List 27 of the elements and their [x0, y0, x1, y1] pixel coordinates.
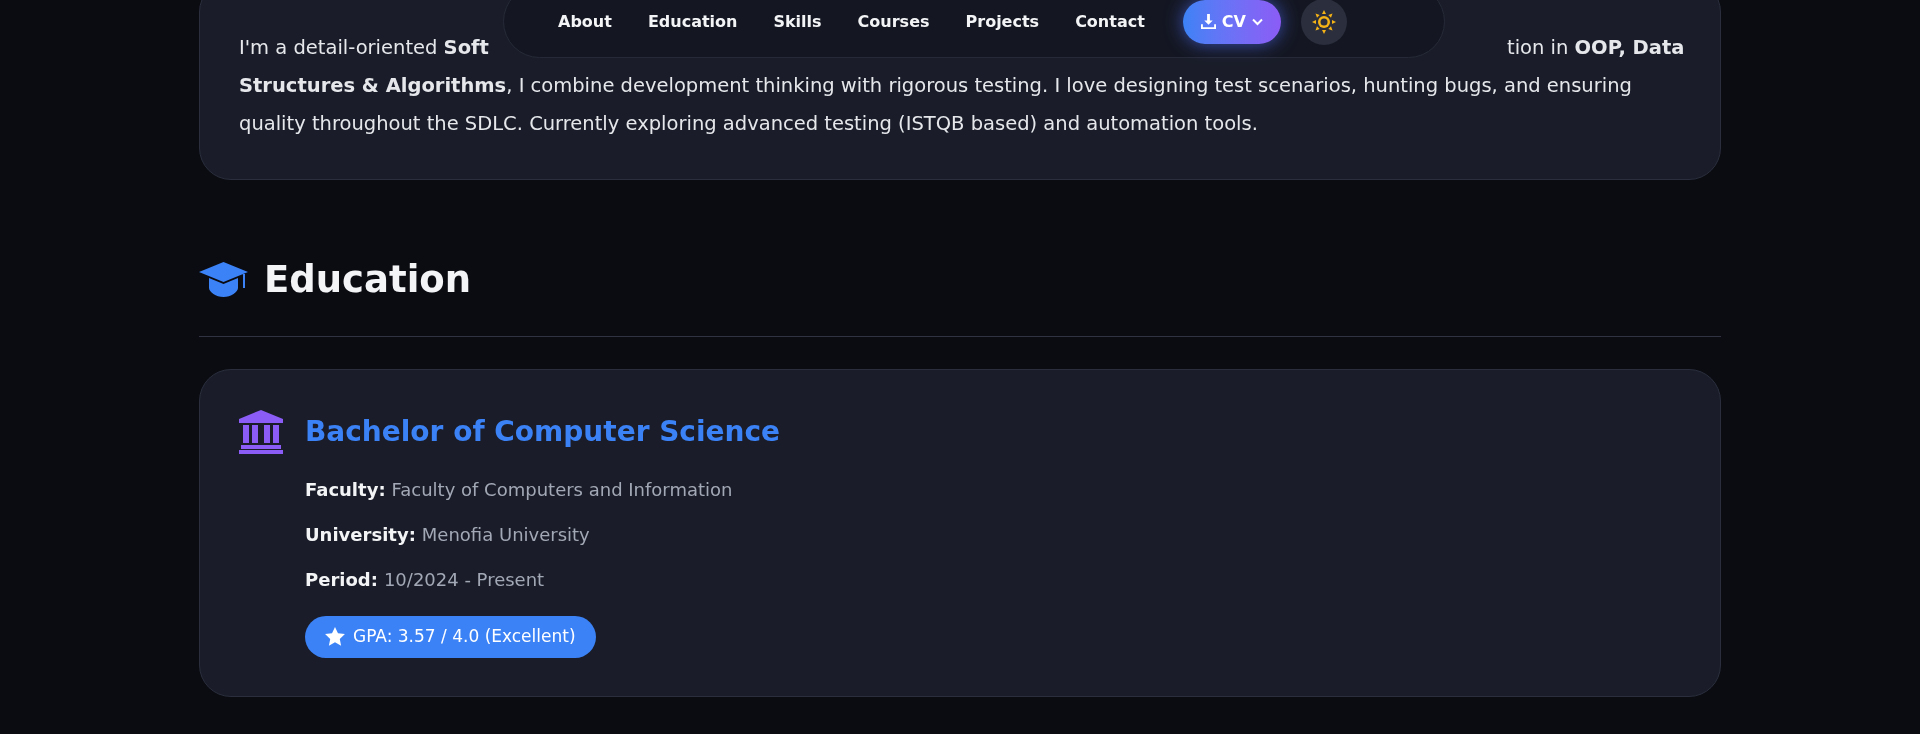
- gpa-badge: GPA: 3.57 / 4.0 (Excellent): [305, 615, 596, 658]
- paragraph-text: Structures & Algorithms, I combine development thinking with rigorous testing. I love designing test scenarios, hunting bugs, and ensuring: [239, 73, 1632, 99]
- field-value: Faculty of Computers and Information: [391, 477, 733, 502]
- theme-toggle-button[interactable]: [1300, 0, 1347, 45]
- sun-icon: [1311, 9, 1336, 34]
- paragraph-text: tion in OOP, Data: [1507, 35, 1685, 61]
- chevron-down-icon: [1251, 17, 1263, 26]
- field-value: 10/2024 - Present: [383, 567, 545, 592]
- field-label: University:: [305, 522, 416, 547]
- paragraph-text: I'm a detail-oriented Soft: [239, 35, 490, 61]
- nav-link[interactable]: Courses: [839, 1, 948, 42]
- field-label: Faculty:: [305, 477, 386, 502]
- nav-link[interactable]: Skills: [755, 1, 840, 42]
- download-icon: [1200, 14, 1216, 29]
- paragraph-text: quality throughout the SDLC. Currently exploring advanced testing (ISTQB based) and automation tools.: [239, 111, 1258, 137]
- graduation-cap-icon: [199, 261, 248, 298]
- star-icon: [325, 627, 345, 646]
- nav-link[interactable]: Contact: [1057, 1, 1163, 42]
- institution-icon: [239, 409, 283, 454]
- nav-link[interactable]: Projects: [947, 1, 1058, 42]
- nav-link[interactable]: About: [540, 1, 630, 42]
- section-heading: Education: [264, 257, 472, 303]
- cv-download-button[interactable]: CV: [1182, 0, 1281, 44]
- field-label: Period:: [305, 567, 378, 592]
- degree-title: Bachelor of Computer Science: [305, 413, 781, 450]
- nav-link[interactable]: Education: [629, 1, 756, 42]
- field-value: Menofia University: [421, 522, 590, 547]
